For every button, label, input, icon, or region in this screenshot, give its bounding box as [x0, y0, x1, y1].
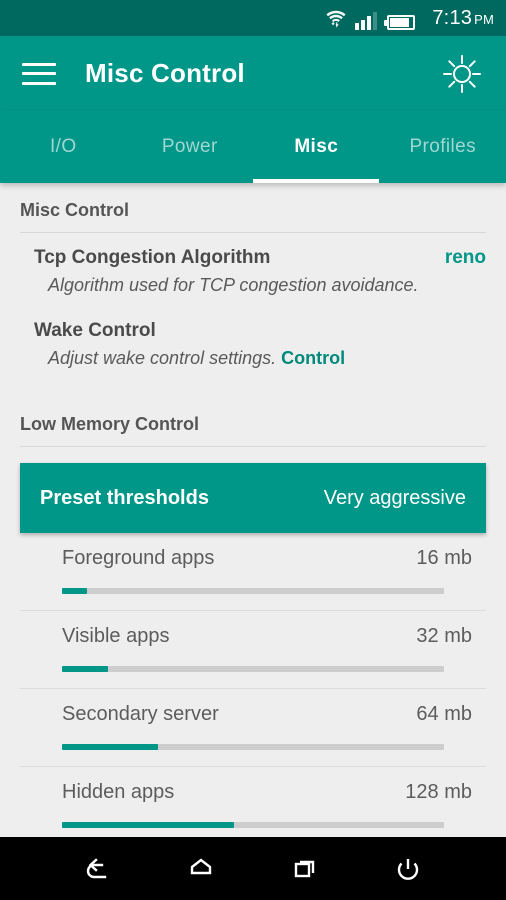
- back-button[interactable]: [72, 843, 124, 895]
- status-clock: 7:13 PM: [432, 7, 494, 30]
- navigation-bar: [0, 837, 506, 900]
- recents-button[interactable]: [279, 843, 331, 895]
- preset-thresholds-label: Preset thresholds: [40, 486, 209, 509]
- tab-indicator: [253, 179, 379, 183]
- slider-label: Foreground apps: [62, 547, 215, 569]
- status-icons: 7:13 PM: [324, 7, 494, 30]
- slider-head: Foreground apps 16 mb: [20, 547, 486, 570]
- settings-list[interactable]: Misc Control Tcp Congestion Algorithm re…: [0, 183, 506, 837]
- pref-summary-text: Adjust wake control settings.: [48, 348, 277, 368]
- slider-head: Secondary server 64 mb: [20, 703, 486, 726]
- pref-tcp-congestion-algorithm[interactable]: Tcp Congestion Algorithm reno Algorithm …: [0, 233, 506, 302]
- slider-value: 128 mb: [405, 781, 472, 803]
- tab-misc[interactable]: Misc: [253, 136, 380, 158]
- brightness-sun-icon[interactable]: [440, 52, 484, 96]
- slider-value: 64 mb: [416, 703, 472, 725]
- wake-control-link[interactable]: Control: [281, 348, 345, 368]
- power-button[interactable]: [382, 843, 434, 895]
- pref-title: Wake Control: [34, 320, 156, 341]
- clock-time: 7:13: [432, 6, 473, 29]
- pref-summary: Algorithm used for TCP congestion avoida…: [48, 275, 419, 295]
- slider-fill: [62, 744, 158, 750]
- slider-row-secondary-server[interactable]: Secondary server 64 mb: [20, 689, 486, 767]
- slider-fill: [62, 666, 108, 672]
- pref-title: Tcp Congestion Algorithm: [34, 247, 271, 268]
- slider-label: Secondary server: [62, 703, 219, 725]
- slider-fill: [62, 588, 87, 594]
- pref-row: Wake Control: [34, 320, 486, 342]
- pref-value: reno: [444, 247, 486, 268]
- slider-track[interactable]: [62, 744, 444, 750]
- preset-thresholds-value: Very aggressive: [323, 486, 466, 509]
- slider-label: Hidden apps: [62, 781, 175, 803]
- battery-icon: [384, 14, 416, 30]
- slider-row-visible-apps[interactable]: Visible apps 32 mb: [20, 611, 486, 689]
- slider-head: Visible apps 32 mb: [20, 625, 486, 648]
- preset-thresholds-card[interactable]: Preset thresholds Very aggressive: [20, 463, 486, 533]
- hamburger-menu-icon[interactable]: [22, 62, 56, 85]
- slider-value: 32 mb: [416, 625, 472, 647]
- phone-screen: 7:13 PM Misc Control I/O Power Misc Prof…: [0, 0, 506, 900]
- clock-ampm: PM: [474, 11, 494, 27]
- slider-head: Hidden apps 128 mb: [20, 781, 486, 804]
- slider-row-hidden-apps[interactable]: Hidden apps 128 mb: [20, 767, 486, 837]
- wifi-icon: [324, 8, 348, 30]
- app-bar: Misc Control: [0, 36, 506, 111]
- slider-row-foreground-apps[interactable]: Foreground apps 16 mb: [20, 533, 486, 611]
- tab-bar: I/O Power Misc Profiles: [0, 111, 506, 183]
- slider-label: Visible apps: [62, 625, 170, 647]
- slider-fill: [62, 822, 234, 828]
- pref-row: Tcp Congestion Algorithm reno: [34, 247, 486, 269]
- page-title: Misc Control: [85, 58, 245, 88]
- section-header-misc-control: Misc Control: [20, 183, 486, 233]
- section-header-low-memory-control: Low Memory Control: [20, 397, 486, 447]
- signal-bars-icon: [355, 11, 378, 30]
- slider-value: 16 mb: [416, 547, 472, 569]
- pref-summary: Adjust wake control settings. Control: [34, 348, 486, 369]
- home-button[interactable]: [175, 843, 227, 895]
- slider-track[interactable]: [62, 588, 444, 594]
- tab-power[interactable]: Power: [127, 136, 254, 158]
- status-bar: 7:13 PM: [0, 0, 506, 36]
- tab-profiles[interactable]: Profiles: [380, 136, 506, 158]
- slider-track[interactable]: [62, 666, 444, 672]
- tab-io[interactable]: I/O: [0, 136, 127, 158]
- pref-wake-control[interactable]: Wake Control Adjust wake control setting…: [0, 302, 506, 375]
- slider-track[interactable]: [62, 822, 444, 828]
